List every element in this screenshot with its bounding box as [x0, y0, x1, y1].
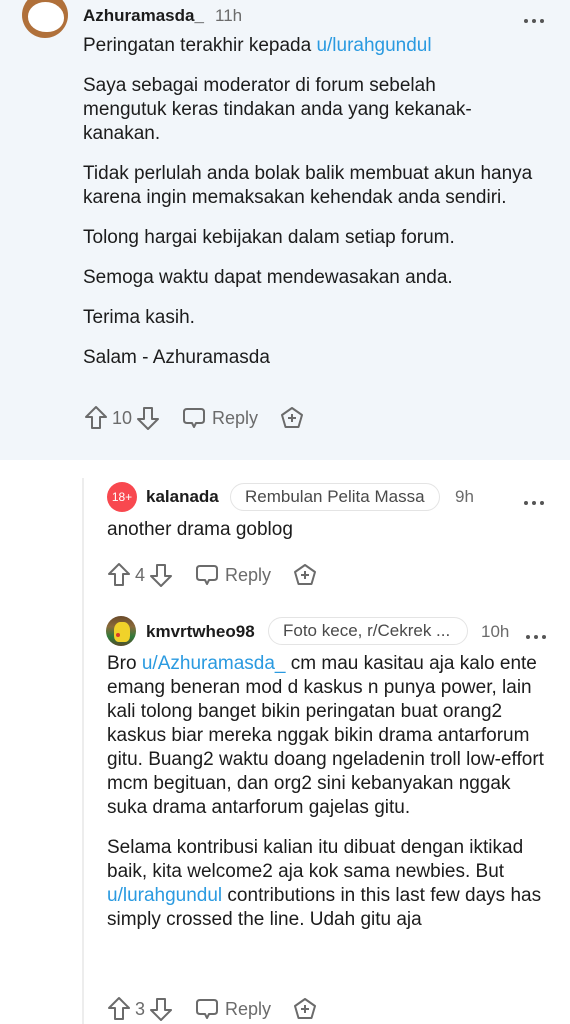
reply-button[interactable]: Reply [195, 563, 271, 587]
comment-text: cm mau kasitau aja kalo ente emang bener… [107, 653, 544, 818]
vote-count: 4 [135, 564, 146, 585]
user-flair: Foto kece, r/Cekrek ... [268, 617, 468, 645]
comment-text: Selama kontribusi kalian itu dibuat deng… [107, 837, 524, 882]
comment-bubble-icon [196, 565, 219, 585]
comment-paragraph: Tidak perlulah anda bolak balik membuat … [83, 163, 533, 208]
comment-author[interactable]: kmvrtwheo98 [146, 622, 255, 642]
pikachu-avatar-icon[interactable] [106, 616, 136, 646]
upvote-icon[interactable] [107, 562, 131, 588]
upvote-icon[interactable] [107, 996, 131, 1022]
highlighted-comment: Azhuramasda_ 11h Peringatan terakhir kep… [0, 0, 570, 460]
more-options-icon[interactable] [522, 12, 546, 23]
user-flair: Rembulan Pelita Massa [230, 483, 440, 511]
thread-line[interactable] [82, 478, 84, 1024]
comment-actions: 3 Reply [107, 996, 317, 1022]
reply-label: Reply [225, 564, 272, 585]
user-mention-link[interactable]: u/lurahgundul [107, 885, 222, 906]
reply-button[interactable]: Reply [195, 997, 271, 1021]
comment-bubble-icon [183, 408, 206, 428]
comment-body: Peringatan terakhir kepada u/lurahgundul… [83, 34, 543, 386]
award-icon[interactable] [280, 406, 304, 430]
more-options-icon[interactable] [524, 628, 548, 639]
reply-label: Reply [212, 407, 259, 428]
comment-time: 10h [481, 622, 510, 641]
nsfw-avatar-badge[interactable]: 18+ [107, 482, 137, 512]
user-mention-link[interactable]: u/lurahgundul [316, 35, 431, 56]
reply-button[interactable]: Reply [182, 406, 258, 430]
comment-actions: 4 Reply [107, 562, 317, 588]
downvote-icon[interactable] [149, 562, 173, 588]
comment-paragraph: Semoga waktu dapat mendewasakan anda. [83, 267, 453, 288]
award-icon[interactable] [293, 563, 317, 587]
comment-text: Bro [107, 653, 142, 674]
comment-text: Peringatan terakhir kepada [83, 35, 317, 56]
comment-author[interactable]: Azhuramasda_ [83, 6, 204, 26]
snoo-avatar-icon[interactable] [22, 0, 68, 38]
comment-actions: 10 Reply [84, 405, 304, 431]
comment-paragraph: Terima kasih. [83, 307, 195, 328]
award-icon[interactable] [293, 997, 317, 1021]
more-options-icon[interactable] [522, 494, 546, 505]
comment-paragraph: Tolong hargai kebijakan dalam setiap for… [83, 227, 455, 248]
user-mention-link[interactable]: u/Azhuramasda_ [142, 653, 286, 674]
reply-label: Reply [225, 998, 272, 1019]
downvote-icon[interactable] [149, 996, 173, 1022]
comment-paragraph: Saya sebagai moderator di forum sebelah … [83, 75, 472, 144]
vote-count: 3 [135, 998, 146, 1019]
downvote-icon[interactable] [136, 405, 160, 431]
comment-author[interactable]: kalanada [146, 487, 219, 507]
comment-body: another drama goblog [107, 519, 293, 540]
upvote-icon[interactable] [84, 405, 108, 431]
comment-paragraph: Salam - Azhuramasda [83, 347, 270, 368]
comment-body: Bro u/Azhuramasda_ cm mau kasitau aja ka… [107, 652, 547, 948]
comment-bubble-icon [196, 999, 219, 1019]
comment-time: 11h [215, 6, 243, 25]
vote-count: 10 [112, 407, 133, 428]
comment-time: 9h [455, 487, 474, 506]
